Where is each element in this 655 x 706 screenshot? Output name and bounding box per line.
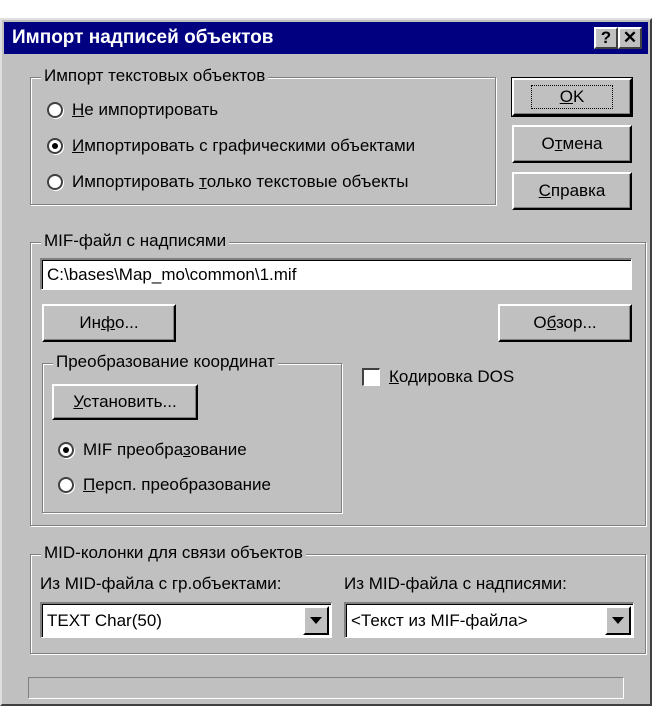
import-text-legend: Импорт текстовых объектов — [41, 66, 269, 86]
radio-import-with-graphics-label: Импортировать с графическими объектами — [72, 136, 416, 155]
dialog-title: Импорт надписей объектов — [12, 27, 274, 48]
dos-encoding-checkbox[interactable]: Кодировка DOS — [362, 367, 514, 387]
right-mid-column-select[interactable]: <Текст из MIF-файла> — [344, 602, 634, 638]
status-bar — [28, 677, 624, 699]
left-mid-column-select[interactable]: TEXT Char(50) — [40, 602, 332, 638]
title-bar: Импорт надписей объектов ? ✕ — [4, 22, 648, 54]
dropdown-arrow-button[interactable] — [303, 606, 329, 635]
close-icon: ✕ — [622, 28, 638, 47]
import-text-group: Импорт текстовых объектов Не импортирова… — [30, 66, 496, 205]
info-button[interactable]: Инфо... — [42, 304, 176, 342]
radio-no-import[interactable]: Не импортировать — [47, 100, 218, 120]
radio-indicator — [47, 102, 63, 118]
left-mid-label: Из MID-файла с гр.объектами: — [40, 574, 282, 593]
browse-button[interactable]: Обзор... — [498, 304, 632, 342]
cancel-button[interactable]: Отмена — [512, 125, 632, 163]
radio-no-import-label: Не импортировать — [72, 100, 219, 119]
radio-perspective-transform[interactable]: Персп. преобразование — [58, 475, 271, 495]
radio-indicator-selected — [58, 442, 74, 458]
help-question-button[interactable]: ? — [594, 27, 618, 49]
radio-mif-transform-label: MIF преобразование — [83, 440, 247, 459]
chevron-down-icon — [612, 617, 624, 624]
radio-import-text-only[interactable]: Импортировать только текстовые объекты — [47, 172, 408, 192]
set-transform-button[interactable]: Установить... — [52, 384, 198, 420]
radio-import-text-only-label: Импортировать только текстовые объекты — [72, 172, 409, 191]
radio-indicator — [47, 174, 63, 190]
question-icon: ? — [600, 28, 612, 47]
chevron-down-icon — [310, 617, 322, 624]
ok-button[interactable]: ОK — [511, 77, 633, 117]
right-mid-column-value: <Текст из MIF-файла> — [351, 610, 528, 630]
close-button[interactable]: ✕ — [618, 27, 642, 49]
mif-file-legend: MIF-файл с надписями — [41, 231, 230, 251]
mif-path-input[interactable]: C:\bases\Map_mo\common\1.mif — [40, 258, 632, 290]
mif-path-value: C:\bases\Map_mo\common\1.mif — [47, 264, 297, 284]
radio-indicator — [58, 477, 74, 493]
radio-mif-transform[interactable]: MIF преобразование — [58, 440, 247, 460]
checkbox-box — [362, 368, 380, 386]
radio-perspective-transform-label: Персп. преобразование — [83, 475, 271, 494]
help-button[interactable]: Справка — [512, 172, 632, 210]
right-mid-label: Из MID-файла с надписями: — [344, 574, 567, 593]
coordinate-transform-legend: Преобразование координат — [53, 352, 278, 372]
mid-columns-legend: MID-колонки для связи объектов — [41, 543, 306, 563]
left-mid-column-value: TEXT Char(50) — [47, 610, 162, 630]
radio-import-with-graphics[interactable]: Импортировать с графическими объектами — [47, 136, 415, 156]
radio-indicator-selected — [47, 138, 63, 154]
import-labels-dialog: Импорт надписей объектов ? ✕ Импорт текс… — [0, 18, 652, 706]
dos-encoding-label: Кодировка DOS — [389, 367, 515, 386]
dropdown-arrow-button[interactable] — [605, 606, 631, 635]
